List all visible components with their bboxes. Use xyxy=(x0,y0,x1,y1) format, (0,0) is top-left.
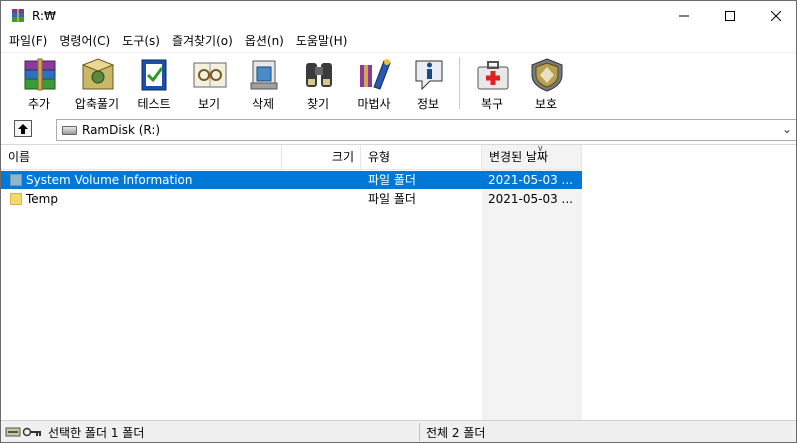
repair-button[interactable]: 복구 xyxy=(466,55,518,113)
extract-icon xyxy=(81,58,115,90)
view-button[interactable]: 보기 xyxy=(183,55,235,113)
sort-descending-icon: ∨ xyxy=(537,144,544,154)
column-header-row: 이름 크기 유형 변경된 날짜 ∨ xyxy=(1,144,582,170)
window-title: R:₩ xyxy=(32,9,56,23)
drive-key-icon xyxy=(5,427,41,437)
file-name: System Volume Information xyxy=(26,173,193,187)
status-divider xyxy=(419,423,420,441)
minimize-button[interactable] xyxy=(661,1,707,31)
menu-favorites[interactable]: 즐겨찾기(o) xyxy=(166,31,239,52)
address-bar: RamDisk (R:) ⌄ xyxy=(1,116,796,144)
maximize-button[interactable] xyxy=(707,1,753,31)
menu-help[interactable]: 도움말(H) xyxy=(290,31,354,52)
winrar-window: R:₩ 파일(F) 명령어(C) 도구(s) 즐겨찾기(o) 옵션(n) 도움말… xyxy=(0,0,797,443)
protect-shield-icon xyxy=(531,58,563,92)
protect-button[interactable]: 보호 xyxy=(520,55,572,113)
test-icon xyxy=(141,59,167,91)
file-modified: 2021-05-03 ... xyxy=(488,173,573,187)
add-books-icon xyxy=(24,58,56,91)
extract-label: 압축풀기 xyxy=(74,97,120,111)
extract-button[interactable]: 압축풀기 xyxy=(71,55,123,113)
minimize-icon xyxy=(679,15,689,17)
winrar-app-icon xyxy=(12,9,24,22)
file-type: 파일 폴더 xyxy=(368,192,416,206)
info-button[interactable]: 정보 xyxy=(402,55,454,113)
file-modified: 2021-05-03 ... xyxy=(488,192,573,206)
close-icon xyxy=(771,11,781,21)
menu-options[interactable]: 옵션(n) xyxy=(239,31,290,52)
column-header-name[interactable]: 이름 xyxy=(1,145,282,169)
menu-tools[interactable]: 도구(s) xyxy=(116,31,166,52)
file-type: 파일 폴더 xyxy=(368,173,416,187)
status-selection-text: 선택한 폴더 1 폴더 xyxy=(48,426,145,440)
folder-icon xyxy=(10,174,22,186)
up-arrow-icon xyxy=(18,123,28,134)
path-combobox[interactable]: RamDisk (R:) ⌄ xyxy=(56,119,796,141)
column-header-size[interactable]: 크기 xyxy=(282,145,361,169)
status-bar: 선택한 폴더 1 폴더 전체 2 폴더 xyxy=(1,420,796,442)
path-text: RamDisk (R:) xyxy=(82,123,161,137)
toolbar: 추가 압축풀기 테스트 보기 삭제 찾기 마법사 정보 복구 보호 xyxy=(1,52,796,116)
wizard-icon xyxy=(360,59,391,90)
protect-label: 보호 xyxy=(534,97,558,111)
view-glasses-icon xyxy=(193,62,227,88)
delete-icon xyxy=(250,60,278,90)
drive-icon xyxy=(62,126,77,135)
file-list[interactable]: 이름 크기 유형 변경된 날짜 ∨ System Volume Informat… xyxy=(1,144,796,421)
info-icon xyxy=(415,60,443,91)
menu-commands[interactable]: 명령어(C) xyxy=(53,31,116,52)
close-button[interactable] xyxy=(753,1,796,31)
test-button[interactable]: 테스트 xyxy=(128,55,180,113)
column-header-modified[interactable]: 변경된 날짜 ∨ xyxy=(482,144,582,169)
find-button[interactable]: 찾기 xyxy=(292,55,344,113)
folder-icon xyxy=(10,193,22,205)
menu-file[interactable]: 파일(F) xyxy=(3,31,53,52)
info-label: 정보 xyxy=(416,97,440,111)
delete-button[interactable]: 삭제 xyxy=(237,55,289,113)
title-bar: R:₩ xyxy=(1,1,796,31)
repair-kit-icon xyxy=(477,61,509,90)
find-label: 찾기 xyxy=(306,97,330,111)
chevron-down-icon[interactable]: ⌄ xyxy=(782,122,792,136)
table-row[interactable]: Temp 파일 폴더 2021-05-03 ... xyxy=(1,190,582,208)
menu-bar: 파일(F) 명령어(C) 도구(s) 즐겨찾기(o) 옵션(n) 도움말(H) xyxy=(1,31,796,52)
file-name: Temp xyxy=(26,192,58,206)
find-binoculars-icon xyxy=(306,63,332,87)
up-folder-button[interactable] xyxy=(14,120,32,137)
column-header-type[interactable]: 유형 xyxy=(361,145,482,169)
table-row[interactable]: System Volume Information 파일 폴더 2021-05-… xyxy=(1,171,582,189)
wizard-button[interactable]: 마법사 xyxy=(348,55,400,113)
status-total-text: 전체 2 폴더 xyxy=(426,426,486,440)
add-button[interactable]: 추가 xyxy=(13,55,65,113)
add-label: 추가 xyxy=(27,97,51,111)
maximize-icon xyxy=(725,11,735,21)
